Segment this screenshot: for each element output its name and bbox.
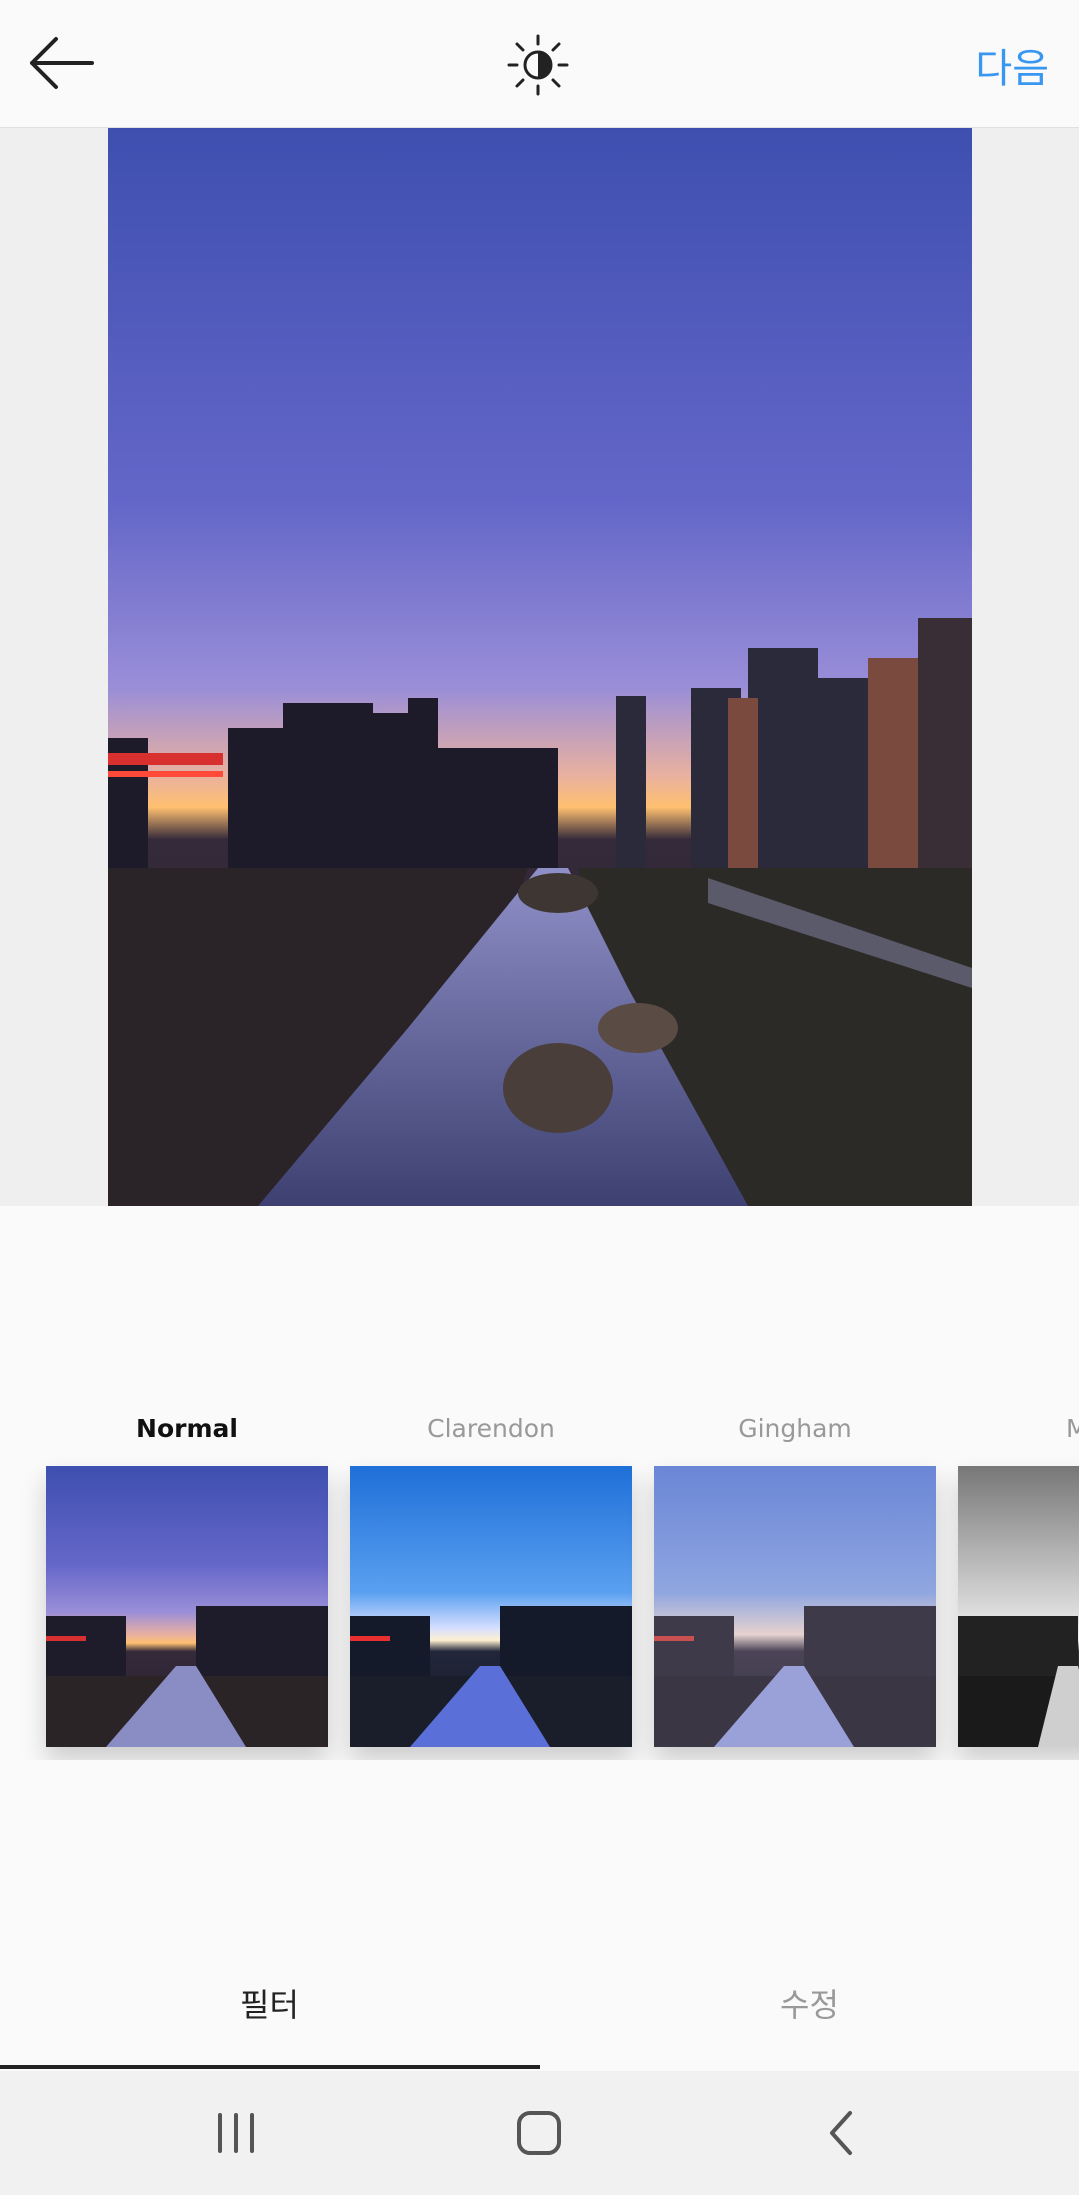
tab-edit[interactable]: 수정 xyxy=(540,1950,1079,2068)
photo-preview-area xyxy=(0,128,1079,1206)
home-button[interactable] xyxy=(507,2101,571,2165)
photo-preview[interactable] xyxy=(108,128,972,1206)
recent-apps-button[interactable] xyxy=(204,2101,268,2165)
filter-thumb-next[interactable] xyxy=(958,1466,1079,1747)
filter-label-gingham: Gingham xyxy=(738,1414,852,1443)
top-toolbar: 다음 xyxy=(0,0,1079,128)
filter-label-clarendon: Clarendon xyxy=(427,1414,555,1443)
active-tab-indicator xyxy=(0,2065,540,2069)
brightness-button[interactable] xyxy=(506,33,570,97)
filter-thumb-clarendon[interactable] xyxy=(350,1466,632,1747)
back-button[interactable] xyxy=(24,30,98,96)
filter-strip: Normal Clarendon Gingham M xyxy=(0,1380,1079,1760)
back-chevron-icon xyxy=(830,2111,852,2155)
brightness-icon xyxy=(507,34,569,96)
home-icon xyxy=(517,2111,561,2155)
next-button[interactable]: 다음 xyxy=(975,36,1049,94)
filter-thumb-gingham[interactable] xyxy=(654,1466,936,1747)
system-nav-bar xyxy=(0,2071,1079,2195)
filter-thumb-normal[interactable] xyxy=(46,1466,328,1747)
system-back-button[interactable] xyxy=(810,2101,874,2165)
tab-filter[interactable]: 필터 xyxy=(0,1950,539,2068)
bottom-tab-bar: 필터 수정 xyxy=(0,1950,1079,2070)
filter-label-normal: Normal xyxy=(136,1414,238,1443)
arrow-left-icon xyxy=(30,37,94,89)
recent-apps-icon xyxy=(218,2113,254,2153)
filter-label-next: M xyxy=(1066,1414,1079,1443)
photo-preview-image xyxy=(108,128,972,1206)
